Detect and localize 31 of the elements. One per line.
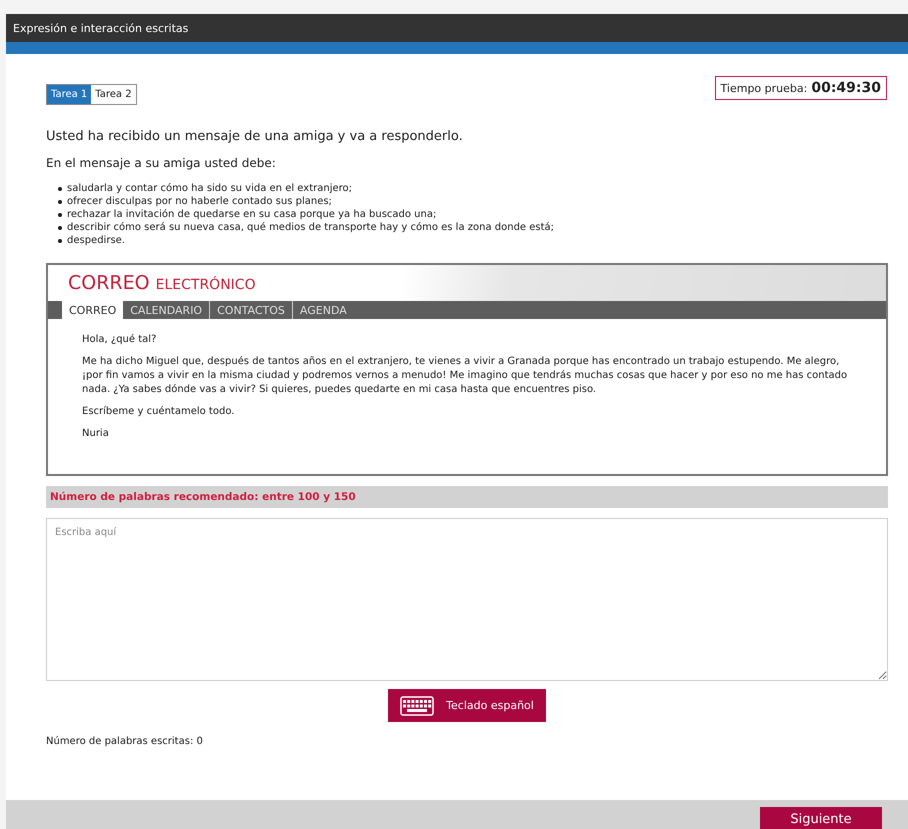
- email-nav-item[interactable]: AGENDA: [292, 301, 354, 319]
- email-nav-item[interactable]: CALENDARIO: [123, 301, 210, 319]
- task-lead: En el mensaje a su amiga usted debe:: [46, 156, 277, 170]
- bullet-icon: [58, 226, 62, 230]
- email-paragraph: Escríbeme y cuéntamelo todo.: [82, 405, 236, 419]
- email-brand: CORREO ELECTRÓNICO: [68, 272, 256, 294]
- bullet-icon: [58, 212, 62, 216]
- word-count: Número de palabras escritas: 0: [46, 736, 204, 747]
- task-item: despedirse.: [67, 234, 125, 247]
- answer-field[interactable]: Escriba aquí: [46, 518, 888, 681]
- task-item: rechazar la invitación de quedarse en su casa porque ya ha buscado una;: [67, 208, 436, 221]
- keyboard-icon: [400, 696, 434, 716]
- task-item: ofrecer disculpas por no haberle contado sus planes;: [67, 195, 332, 208]
- next-button[interactable]: Siguiente: [760, 807, 882, 829]
- timer-label: Tiempo prueba:: [720, 82, 808, 95]
- email-paragraph: Hola, ¿qué tal?: [82, 333, 158, 347]
- email-paragraph: Me ha dicho Miguel que, después de tantos años en el extranjero, te vienes a vivir a Granada porque has encontrado un trabajo estupendo. Me alegro, ¡por fin vamos a vivir en la misma ciudad y podremos vernos a menudo! Me imagino que tendrás muchas cosas que hacer y por eso no me has contado nada. ¿Ya sabes dónde vas a vivir? Si quieres, puedes quedarte en mi casa hasta que encuentres piso.: [82, 355, 848, 397]
- email-paragraph: Nuria: [82, 427, 110, 441]
- bullet-icon: [58, 238, 62, 242]
- bullet-icon: [58, 200, 62, 204]
- timer-value: 00:49:30: [811, 80, 881, 96]
- task-tab[interactable]: Tarea 1: [47, 85, 92, 104]
- intro-text: Usted ha recibido un mensaje de una amiga y va a responderlo.: [46, 129, 464, 144]
- email-nav-item[interactable]: CONTACTOS: [209, 301, 292, 319]
- email-nav-item[interactable]: CORREO: [62, 301, 124, 319]
- header-title: Expresión e interacción escritas: [13, 22, 188, 34]
- keyboard-button[interactable]: Teclado español: [388, 689, 546, 722]
- task-item: describir cómo será su nueva casa, qué medios de transporte hay y cómo es la zona donde está;: [67, 221, 554, 234]
- task-item: saludarla y contar cómo ha sido su vida en el extranjero;: [67, 182, 352, 195]
- bullet-icon: [58, 186, 62, 190]
- recommendation-text: Número de palabras recomendado: entre 100 y 150: [50, 491, 356, 503]
